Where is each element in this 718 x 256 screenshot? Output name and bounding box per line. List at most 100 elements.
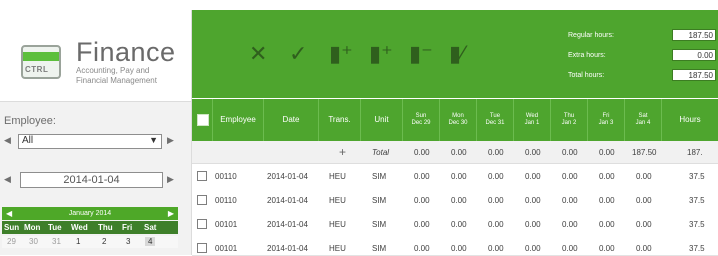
close-icon[interactable]: ✕ bbox=[249, 41, 267, 67]
check-icon[interactable]: ✓ bbox=[289, 41, 307, 67]
cell-value: 0.00 bbox=[451, 220, 467, 229]
total-hours: 187. bbox=[687, 148, 703, 157]
col-unit[interactable]: Unit bbox=[360, 99, 402, 141]
select-all-checkbox[interactable] bbox=[197, 114, 209, 126]
col-thu[interactable]: Thu Jan 2 bbox=[550, 99, 587, 141]
employee-select-value: All bbox=[22, 135, 34, 146]
calendar-day[interactable]: 3 bbox=[126, 237, 130, 246]
total-row: + Total 0.00 0.00 0.00 0.00 0.00 0.00 18… bbox=[192, 141, 718, 164]
col-sat-day: Sat bbox=[638, 113, 648, 119]
total-label: Total bbox=[372, 148, 390, 157]
col-hours[interactable]: Hours bbox=[661, 99, 718, 141]
col-sun-day: Sun bbox=[415, 113, 427, 119]
row-checkbox[interactable] bbox=[197, 195, 207, 205]
row-checkbox[interactable] bbox=[197, 243, 207, 253]
cell-value: 0.00 bbox=[525, 244, 541, 253]
remove-doc-icon[interactable]: ▮⁻ bbox=[409, 41, 433, 67]
calendar: ◀ January 2014 ▶ Sun Mon Tue Wed Thu Fri… bbox=[2, 207, 178, 255]
date-field[interactable]: 2014-01-04 bbox=[20, 172, 163, 188]
table-row[interactable]: 00110 2014-01-04 HEU SIM 0.00 0.00 0.00 … bbox=[192, 164, 718, 189]
calendar-day[interactable]: 1 bbox=[76, 237, 80, 246]
next-employee-icon[interactable]: ▶ bbox=[167, 135, 174, 146]
calendar-week-row: 29 30 31 1 2 3 4 bbox=[2, 236, 178, 248]
col-sun[interactable]: Sun Dec 29 bbox=[402, 99, 439, 141]
col-employee[interactable]: Employee bbox=[212, 99, 263, 141]
row-checkbox[interactable] bbox=[197, 219, 207, 229]
total-value: 0.00 bbox=[599, 148, 615, 157]
calendar-day[interactable]: 2 bbox=[102, 237, 106, 246]
next-date-icon[interactable]: ▶ bbox=[167, 174, 174, 185]
logo-badge-text: CTRL bbox=[25, 65, 49, 74]
add-row-icon[interactable]: + bbox=[339, 145, 346, 159]
col-mon[interactable]: Mon Dec 30 bbox=[439, 99, 476, 141]
cell-value: 0.00 bbox=[414, 220, 430, 229]
col-sat-date: Jan 4 bbox=[635, 120, 651, 126]
row-checkbox[interactable] bbox=[197, 171, 207, 181]
cell-date: 2014-01-04 bbox=[267, 172, 308, 181]
app-logo: CTRL Finance Accounting, Pay and Financi… bbox=[0, 10, 191, 102]
prev-employee-icon[interactable]: ◀ bbox=[4, 135, 11, 146]
col-date[interactable]: Date bbox=[263, 99, 318, 141]
calendar-prev-icon[interactable]: ◀ bbox=[6, 207, 12, 220]
col-mon-day: Mon bbox=[452, 113, 464, 119]
cell-value: 0.00 bbox=[525, 196, 541, 205]
cell-value: 0.00 bbox=[562, 244, 578, 253]
regular-hours-label: Regular hours: bbox=[568, 32, 614, 39]
cell-trans: HEU bbox=[329, 244, 346, 253]
table-row[interactable]: 00101 2014-01-04 HEU SIM 0.00 0.00 0.00 … bbox=[192, 212, 718, 237]
total-hours-value: 187.50 bbox=[672, 69, 716, 81]
cell-employee: 00110 bbox=[215, 172, 237, 181]
cell-value: 0.00 bbox=[451, 196, 467, 205]
cell-value: 0.00 bbox=[562, 220, 578, 229]
cell-value: 0.00 bbox=[414, 244, 430, 253]
col-tue[interactable]: Tue Dec 31 bbox=[476, 99, 513, 141]
cell-hours: 37.5 bbox=[689, 220, 705, 229]
calendar-next-icon[interactable]: ▶ bbox=[168, 207, 174, 220]
cell-unit: SIM bbox=[372, 220, 387, 229]
col-wed-date: Jan 1 bbox=[524, 120, 540, 126]
edit-doc-icon[interactable]: ▮⁄ bbox=[449, 41, 465, 67]
col-trans[interactable]: Trans. bbox=[318, 99, 360, 141]
cell-value: 0.00 bbox=[451, 172, 467, 181]
weekday-tue: Tue bbox=[48, 223, 62, 232]
total-value: 0.00 bbox=[451, 148, 467, 157]
cell-value: 0.00 bbox=[599, 244, 615, 253]
extra-hours-label: Extra hours: bbox=[568, 52, 606, 59]
app-title: Finance bbox=[76, 37, 176, 67]
cell-value: 0.00 bbox=[636, 172, 652, 181]
col-thu-day: Thu bbox=[563, 113, 575, 119]
copy-doc-icon[interactable]: ▮⁺ bbox=[369, 41, 393, 67]
employee-label: Employee: bbox=[4, 115, 56, 127]
app-subtitle-line1: Accounting, Pay and bbox=[76, 66, 150, 75]
cell-trans: HEU bbox=[329, 172, 346, 181]
calendar-day-selected[interactable]: 4 bbox=[145, 237, 156, 246]
total-value: 0.00 bbox=[414, 148, 430, 157]
calendar-day[interactable]: 30 bbox=[29, 237, 38, 246]
calendar-day[interactable]: 29 bbox=[7, 237, 16, 246]
calendar-day[interactable]: 31 bbox=[52, 237, 61, 246]
table-row[interactable]: 00101 2014-01-04 HEU SIM 0.00 0.00 0.00 … bbox=[192, 236, 718, 256]
col-fri[interactable]: Fri Jan 3 bbox=[587, 99, 624, 141]
cell-value: 0.00 bbox=[636, 220, 652, 229]
cell-value: 0.00 bbox=[636, 196, 652, 205]
weekday-fri: Fri bbox=[122, 223, 133, 232]
col-wed[interactable]: Wed Jan 1 bbox=[513, 99, 550, 141]
weekday-mon: Mon bbox=[24, 223, 41, 232]
employee-select[interactable]: All ▼ bbox=[18, 134, 162, 149]
col-mon-date: Dec 30 bbox=[448, 120, 468, 126]
add-doc-icon[interactable]: ▮⁺ bbox=[329, 41, 353, 67]
total-value: 187.50 bbox=[632, 148, 657, 157]
col-fri-date: Jan 3 bbox=[598, 120, 614, 126]
weekday-sun: Sun bbox=[4, 223, 20, 232]
table-row[interactable]: 00110 2014-01-04 HEU SIM 0.00 0.00 0.00 … bbox=[192, 188, 718, 213]
app-subtitle-line2: Financial Management bbox=[76, 76, 157, 85]
col-thu-date: Jan 2 bbox=[561, 120, 577, 126]
prev-date-icon[interactable]: ◀ bbox=[4, 174, 11, 185]
col-sat[interactable]: Sat Jan 4 bbox=[624, 99, 661, 141]
toolbar: ✕ ✓ ▮⁺ ▮⁺ ▮⁻ ▮⁄ Regular hours: 187.50 Ex… bbox=[192, 10, 718, 98]
cell-value: 0.00 bbox=[451, 244, 467, 253]
regular-hours-value: 187.50 bbox=[672, 29, 716, 41]
extra-hours-value: 0.00 bbox=[672, 49, 716, 61]
total-hours-label: Total hours: bbox=[568, 72, 605, 79]
table-header: Employee Date Trans. Unit Sun Dec 29 Mon D… bbox=[192, 99, 718, 141]
